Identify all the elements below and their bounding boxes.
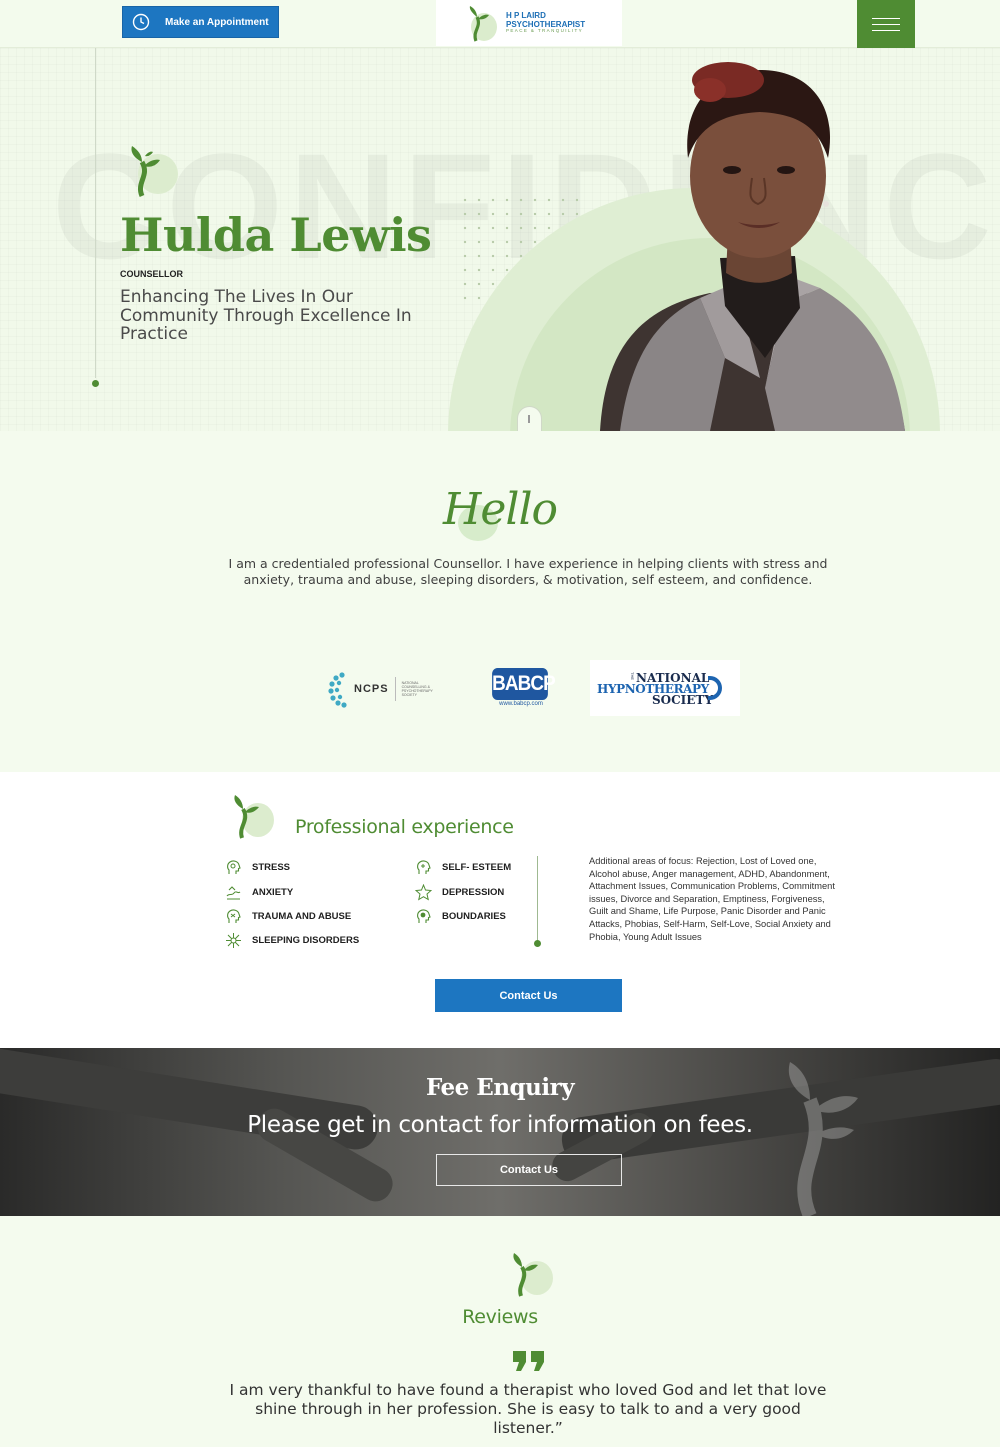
head-trauma-icon xyxy=(224,907,242,925)
review-quote-text: I am very thankful to have found a thera… xyxy=(229,1381,827,1437)
head-esteem-icon xyxy=(414,858,432,876)
depression-icon xyxy=(414,883,432,901)
experience-item-sleeping: SLEEPING DISORDERS xyxy=(224,931,359,949)
experience-item-label: SELF- ESTEEM xyxy=(442,861,512,873)
sprout-icon xyxy=(234,795,274,839)
make-appointment-button[interactable]: Make an Appointment xyxy=(122,6,279,38)
experience-item-self-esteem: SELF- ESTEEM xyxy=(414,858,511,876)
professional-experience-section: Professional experience STRESS ANXIETY T… xyxy=(0,772,1000,1048)
hero-name: Hulda Lewis xyxy=(120,208,432,262)
experience-item-label: TRAUMA AND ABUSE xyxy=(252,910,352,922)
make-appointment-label: Make an Appointment xyxy=(165,16,269,28)
sleep-icon xyxy=(224,931,242,949)
site-logo[interactable]: H P LAIRD PSYCHOTHERAPIST PEACE & TRANQU… xyxy=(436,0,622,46)
hamburger-line xyxy=(872,23,900,25)
contact-us-button[interactable]: Contact Us xyxy=(435,979,622,1012)
nhs-the: THE xyxy=(630,672,635,680)
babcp-name: BABCP xyxy=(492,668,556,700)
hero-line-dot xyxy=(92,380,99,387)
ncps-name: NCPS xyxy=(354,683,389,695)
hero-role: COUNSELLOR xyxy=(120,269,183,279)
hamburger-line xyxy=(872,17,900,19)
fee-enquiry-title: Fee Enquiry xyxy=(425,1074,575,1101)
fee-enquiry-section: Fee Enquiry Please get in contact for in… xyxy=(0,1048,1000,1216)
ncps-subtitle: NATIONAL COUNSELLING & PSYCHOTHERAPY SOC… xyxy=(401,681,433,697)
quote-mark-icon xyxy=(513,1351,544,1371)
experience-item-label: SLEEPING DISORDERS xyxy=(252,934,360,946)
experience-item-depression: DEPRESSION xyxy=(414,883,504,901)
logo-line-3: PEACE & TRANQUILITY xyxy=(506,28,584,34)
hello-intro-text: I am a credentialed professional Counsel… xyxy=(228,556,828,587)
hero-tagline: Enhancing The Lives In Our Community Thr… xyxy=(120,287,412,344)
hamburger-menu-button[interactable] xyxy=(857,0,915,48)
experience-item-boundaries: BOUNDARIES xyxy=(414,907,506,925)
ncps-logo: NCPS NATIONAL COUNSELLING & PSYCHOTHERAP… xyxy=(328,668,443,710)
experience-item-label: STRESS xyxy=(252,861,291,873)
counsellor-portrait xyxy=(600,62,905,431)
hero-vertical-line xyxy=(95,48,96,378)
sprout-logo-icon xyxy=(469,6,497,42)
nhs-line-3: SOCIETY xyxy=(652,693,713,707)
hypnotherapy-society-logo: THE NATIONAL HYPNOTHERAPY SOCIETY xyxy=(590,660,740,716)
reviews-title: Reviews xyxy=(462,1306,538,1328)
hello-title: Hello xyxy=(442,484,558,535)
accreditation-logos: NCPS NATIONAL COUNSELLING & PSYCHOTHERAP… xyxy=(0,660,1000,716)
ncps-flower-icon xyxy=(328,672,347,708)
head-boundaries-icon xyxy=(414,907,432,925)
scroll-down-indicator[interactable] xyxy=(517,406,542,431)
experience-divider-line xyxy=(537,856,538,942)
experience-item-label: BOUNDARIES xyxy=(442,910,506,922)
fee-contact-us-button[interactable]: Contact Us xyxy=(436,1154,622,1186)
ncps-divider xyxy=(394,677,396,701)
professional-experience-title: Professional experience xyxy=(295,816,514,838)
babcp-logo: BABCP www.babcp.com xyxy=(489,668,556,710)
logo-text: H P LAIRD PSYCHOTHERAPIST PEACE & TRANQU… xyxy=(506,11,585,34)
sprout-icon xyxy=(513,1253,553,1297)
nhs-arc-icon xyxy=(708,676,722,700)
head-stress-icon xyxy=(224,858,242,876)
anxiety-icon xyxy=(224,883,242,901)
sprout-icon xyxy=(131,146,178,197)
experience-item-stress: STRESS xyxy=(224,858,290,876)
clock-icon xyxy=(123,7,159,37)
experience-item-label: DEPRESSION xyxy=(442,886,505,898)
site-header: Make an Appointment H P LAIRD PSYCHOTHER… xyxy=(0,0,1000,48)
experience-item-trauma: TRAUMA AND ABUSE xyxy=(224,907,351,925)
hero-section: CONFIDENCE Hulda Lewis COUNSELLOR Enhanc… xyxy=(0,48,1000,431)
experience-divider-dot xyxy=(534,940,541,947)
experience-item-label: ANXIETY xyxy=(252,886,294,898)
additional-focus-areas: Additional areas of focus: Rejection, Lo… xyxy=(589,856,835,942)
experience-item-anxiety: ANXIETY xyxy=(224,883,293,901)
babcp-url: www.babcp.com xyxy=(499,701,543,707)
hamburger-line xyxy=(872,29,900,31)
fee-enquiry-subtitle: Please get in contact for information on… xyxy=(247,1112,753,1138)
